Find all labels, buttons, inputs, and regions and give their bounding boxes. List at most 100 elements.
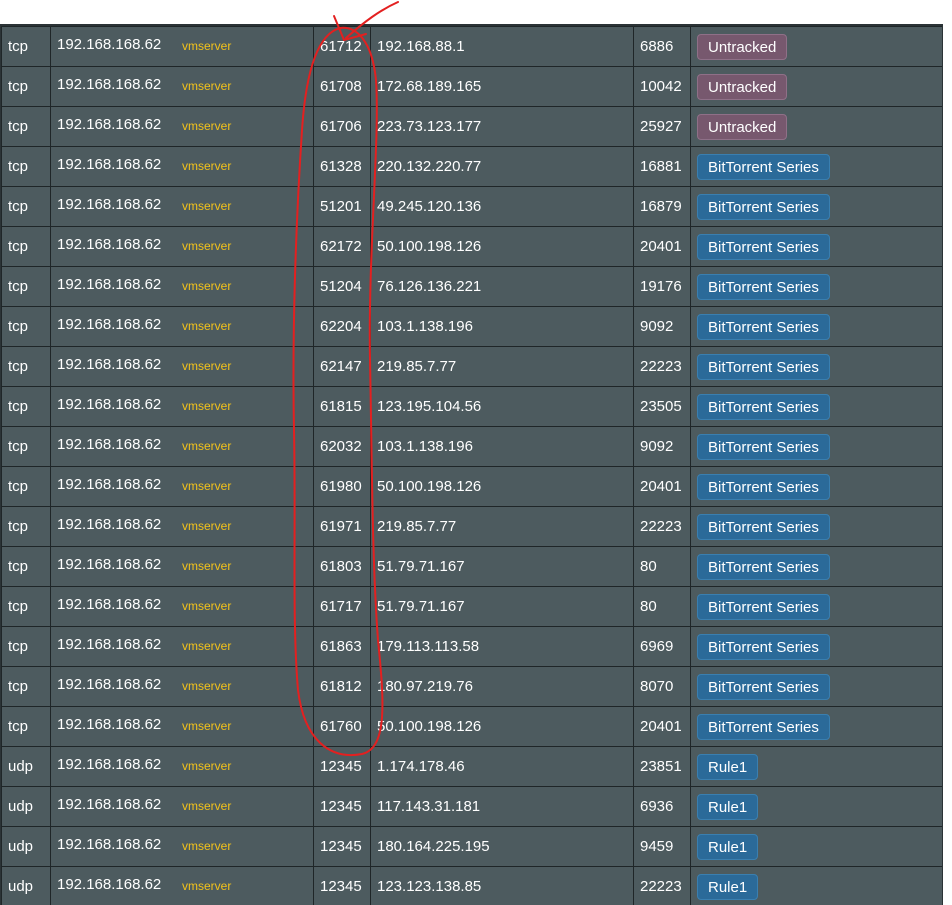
protocol-cell: tcp (1, 506, 51, 547)
connections-table-body: tcp 192.168.168.62 vmserver 61712 192.168.88… (1, 26, 942, 905)
source-device-name: vmserver (182, 679, 232, 693)
source-device-name: vmserver (182, 159, 232, 173)
destination-port-cell: 20401 (633, 226, 691, 267)
source-port-cell: 62147 (313, 346, 371, 387)
source-ip: 192.168.168.62 (57, 76, 162, 93)
source-device-name: vmserver (182, 519, 232, 533)
source-cell: 192.168.168.62 vmserver (50, 106, 314, 147)
source-cell: 192.168.168.62 vmserver (50, 186, 314, 227)
application-badge-button[interactable]: BitTorrent Series (697, 553, 830, 580)
destination-port-cell: 22223 (633, 346, 691, 387)
source-device-name: vmserver (182, 879, 232, 893)
application-badge-button[interactable]: BitTorrent Series (697, 153, 830, 180)
source-device-name: vmserver (182, 279, 232, 293)
source-ip: 192.168.168.62 (57, 116, 162, 133)
table-row: tcp 192.168.168.62 vmserver 61717 51.79.71.1… (1, 586, 942, 627)
application-badge-button[interactable]: BitTorrent Series (697, 673, 830, 700)
source-cell: 192.168.168.62 vmserver (50, 26, 314, 67)
application-badge-button[interactable]: Rule1 (697, 753, 759, 780)
destination-ip-cell: 76.126.136.221 (370, 266, 634, 307)
source-ip: 192.168.168.62 (57, 276, 162, 293)
source-ip: 192.168.168.62 (57, 596, 162, 613)
source-device-name: vmserver (182, 759, 232, 773)
application-cell: Rule1 (690, 866, 942, 905)
source-device-name: vmserver (182, 199, 232, 213)
table-row: udp 192.168.168.62 vmserver 12345 180.164.22… (1, 826, 942, 867)
source-ip: 192.168.168.62 (57, 436, 162, 453)
destination-ip-cell: 180.97.219.76 (370, 666, 634, 707)
application-cell: Rule1 (690, 826, 942, 867)
application-badge-button[interactable]: Untracked (697, 73, 788, 100)
source-cell: 192.168.168.62 vmserver (50, 266, 314, 307)
application-badge-button[interactable]: Rule1 (697, 833, 759, 860)
application-badge-button[interactable]: BitTorrent Series (697, 233, 830, 260)
source-cell: 192.168.168.62 vmserver (50, 506, 314, 547)
table-row: tcp 192.168.168.62 vmserver 51204 76.126.136… (1, 266, 942, 307)
source-ip: 192.168.168.62 (57, 356, 162, 373)
scrollbar-track[interactable] (942, 24, 952, 905)
table-row: tcp 192.168.168.62 vmserver 61708 172.68.189… (1, 66, 942, 107)
application-badge-button[interactable]: BitTorrent Series (697, 593, 830, 620)
source-ip: 192.168.168.62 (57, 796, 162, 813)
source-device-name: vmserver (182, 839, 232, 853)
source-device-name: vmserver (182, 39, 232, 53)
table-row: udp 192.168.168.62 vmserver 12345 123.123.13… (1, 866, 942, 905)
application-badge-button[interactable]: BitTorrent Series (697, 193, 830, 220)
source-port-cell: 12345 (313, 826, 371, 867)
destination-ip-cell: 220.132.220.77 (370, 146, 634, 187)
connections-table-container: tcp 192.168.168.62 vmserver 61712 192.168.88… (0, 24, 942, 905)
application-cell: Untracked (690, 66, 942, 107)
application-badge-button[interactable]: BitTorrent Series (697, 313, 830, 340)
application-cell: BitTorrent Series (690, 306, 942, 347)
source-ip: 192.168.168.62 (57, 636, 162, 653)
application-cell: BitTorrent Series (690, 626, 942, 667)
source-ip: 192.168.168.62 (57, 196, 162, 213)
source-cell: 192.168.168.62 vmserver (50, 146, 314, 187)
source-cell: 192.168.168.62 vmserver (50, 826, 314, 867)
application-badge-button[interactable]: Rule1 (697, 793, 759, 820)
application-badge-button[interactable]: BitTorrent Series (697, 473, 830, 500)
table-row: tcp 192.168.168.62 vmserver 62172 50.100.198… (1, 226, 942, 267)
source-port-cell: 61717 (313, 586, 371, 627)
source-port-cell: 61706 (313, 106, 371, 147)
application-badge-button[interactable]: BitTorrent Series (697, 273, 830, 300)
source-port-cell: 61803 (313, 546, 371, 587)
source-port-cell: 61971 (313, 506, 371, 547)
application-badge-button[interactable]: Untracked (697, 113, 788, 140)
destination-port-cell: 23505 (633, 386, 691, 427)
source-ip: 192.168.168.62 (57, 836, 162, 853)
application-badge-button[interactable]: BitTorrent Series (697, 513, 830, 540)
application-badge-button[interactable]: Rule1 (697, 873, 759, 900)
application-badge-button[interactable]: BitTorrent Series (697, 433, 830, 460)
destination-port-cell: 22223 (633, 506, 691, 547)
destination-ip-cell: 103.1.138.196 (370, 426, 634, 467)
application-badge-button[interactable]: BitTorrent Series (697, 713, 830, 740)
source-cell: 192.168.168.62 vmserver (50, 386, 314, 427)
application-badge-button[interactable]: BitTorrent Series (697, 393, 830, 420)
destination-port-cell: 9459 (633, 826, 691, 867)
source-cell: 192.168.168.62 vmserver (50, 626, 314, 667)
destination-ip-cell: 50.100.198.126 (370, 226, 634, 267)
destination-ip-cell: 50.100.198.126 (370, 466, 634, 507)
source-port-cell: 62204 (313, 306, 371, 347)
application-badge-button[interactable]: Untracked (697, 33, 788, 60)
application-badge-button[interactable]: BitTorrent Series (697, 633, 830, 660)
application-cell: BitTorrent Series (690, 426, 942, 467)
protocol-cell: tcp (1, 586, 51, 627)
source-ip: 192.168.168.62 (57, 476, 162, 493)
application-badge-button[interactable]: BitTorrent Series (697, 353, 830, 380)
connections-table: tcp 192.168.168.62 vmserver 61712 192.168.88… (1, 26, 942, 905)
table-row: tcp 192.168.168.62 vmserver 61760 50.100.198… (1, 706, 942, 747)
destination-port-cell: 16879 (633, 186, 691, 227)
table-row: tcp 192.168.168.62 vmserver 61980 50.100.198… (1, 466, 942, 507)
application-cell: BitTorrent Series (690, 666, 942, 707)
source-ip: 192.168.168.62 (57, 756, 162, 773)
source-ip: 192.168.168.62 (57, 876, 162, 893)
destination-ip-cell: 179.113.113.58 (370, 626, 634, 667)
protocol-cell: tcp (1, 546, 51, 587)
protocol-cell: udp (1, 746, 51, 787)
source-ip: 192.168.168.62 (57, 556, 162, 573)
protocol-cell: tcp (1, 626, 51, 667)
source-port-cell: 61712 (313, 26, 371, 67)
destination-port-cell: 20401 (633, 706, 691, 747)
